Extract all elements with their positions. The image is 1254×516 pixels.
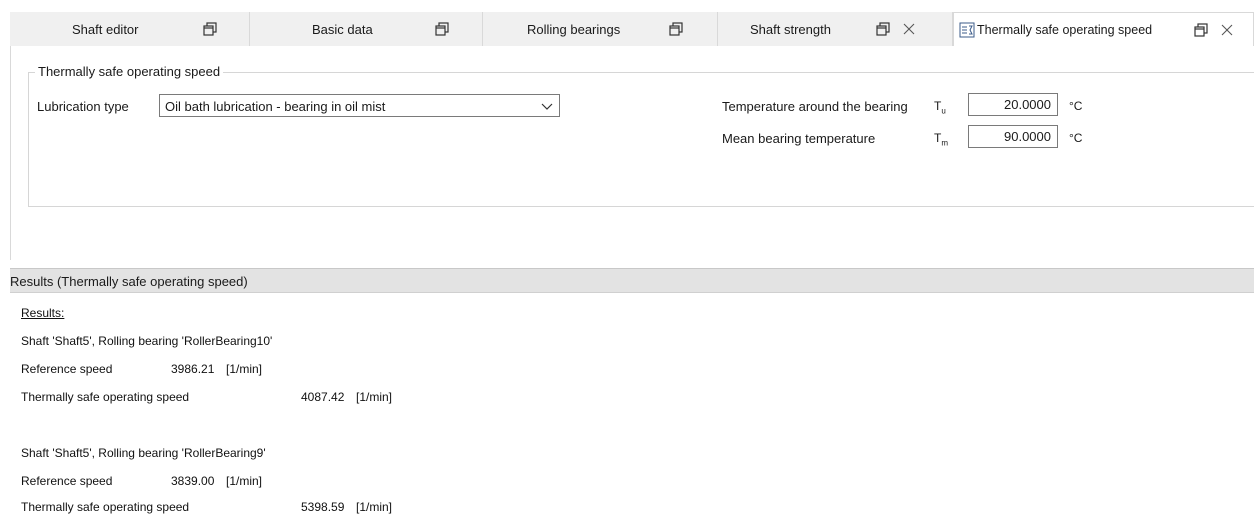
reference-speed-value: 3986.21 (171, 362, 215, 376)
restore-window-icon[interactable] (435, 22, 449, 36)
temp-around-label: Temperature around the bearing (722, 99, 908, 114)
result-heading: Shaft 'Shaft5', Rolling bearing 'RollerB… (21, 446, 266, 460)
results-header: Results (Thermally safe operating speed) (10, 268, 1254, 293)
input-panel: Thermally safe operating speed (10, 46, 1254, 260)
mean-temp-label: Mean bearing temperature (722, 131, 876, 146)
tab-thermally-safe-operating-speed[interactable]: Thermally safe operating speed (953, 12, 1254, 47)
tab-shaft-strength[interactable]: Shaft strength (718, 12, 953, 46)
safe-speed-value: 4087.42 (301, 390, 345, 404)
temp-around-symbol: Tu (934, 99, 946, 116)
reference-speed-unit: [1/min] (226, 362, 263, 376)
tab-shaft-editor[interactable]: Shaft editor (10, 12, 250, 46)
tab-label: Rolling bearings (527, 22, 621, 37)
close-icon[interactable] (1220, 23, 1234, 37)
mean-temp-input[interactable] (968, 125, 1058, 148)
restore-window-icon[interactable] (876, 22, 890, 36)
result-heading: Shaft 'Shaft5', Rolling bearing 'RollerB… (21, 334, 273, 348)
lubrication-type-select[interactable]: Oil bath lubrication - bearing in oil mi… (159, 94, 560, 117)
group-title: Thermally safe operating speed (35, 64, 224, 79)
tab-rolling-bearings[interactable]: Rolling bearings (483, 12, 718, 46)
calculation-sheet-icon (959, 22, 975, 38)
results-title: Results: (21, 306, 65, 320)
mean-temp-unit: °C (1069, 131, 1083, 145)
safe-speed-unit: [1/min] (356, 500, 393, 514)
results-header-title: Results (Thermally safe operating speed) (10, 274, 248, 289)
reference-speed-label: Reference speed (21, 362, 113, 376)
reference-speed-unit: [1/min] (226, 474, 263, 488)
mean-temp-symbol: Tm (934, 131, 949, 148)
restore-window-icon[interactable] (669, 22, 683, 36)
close-icon[interactable] (902, 22, 916, 36)
tab-strip: Shaft editor Basic data Rolling bearings… (10, 12, 1254, 47)
tab-label: Shaft editor (72, 22, 139, 37)
tab-label: Basic data (312, 22, 373, 37)
restore-window-icon[interactable] (203, 22, 217, 36)
restore-window-icon[interactable] (1194, 23, 1208, 37)
chevron-down-icon[interactable] (541, 100, 553, 115)
tab-basic-data[interactable]: Basic data (250, 12, 483, 46)
tab-label: Thermally safe operating speed (977, 23, 1153, 37)
safe-speed-label: Thermally safe operating speed (21, 500, 190, 514)
temp-around-input[interactable] (968, 93, 1058, 116)
safe-speed-value: 5398.59 (301, 500, 345, 514)
tab-label: Shaft strength (750, 22, 831, 37)
temp-around-unit: °C (1069, 99, 1083, 113)
safe-speed-label: Thermally safe operating speed (21, 390, 190, 404)
safe-speed-unit: [1/min] (356, 390, 393, 404)
lubrication-type-value: Oil bath lubrication - bearing in oil mi… (165, 99, 386, 114)
reference-speed-value: 3839.00 (171, 474, 215, 488)
lubrication-type-label: Lubrication type (37, 99, 129, 114)
reference-speed-label: Reference speed (21, 474, 113, 488)
